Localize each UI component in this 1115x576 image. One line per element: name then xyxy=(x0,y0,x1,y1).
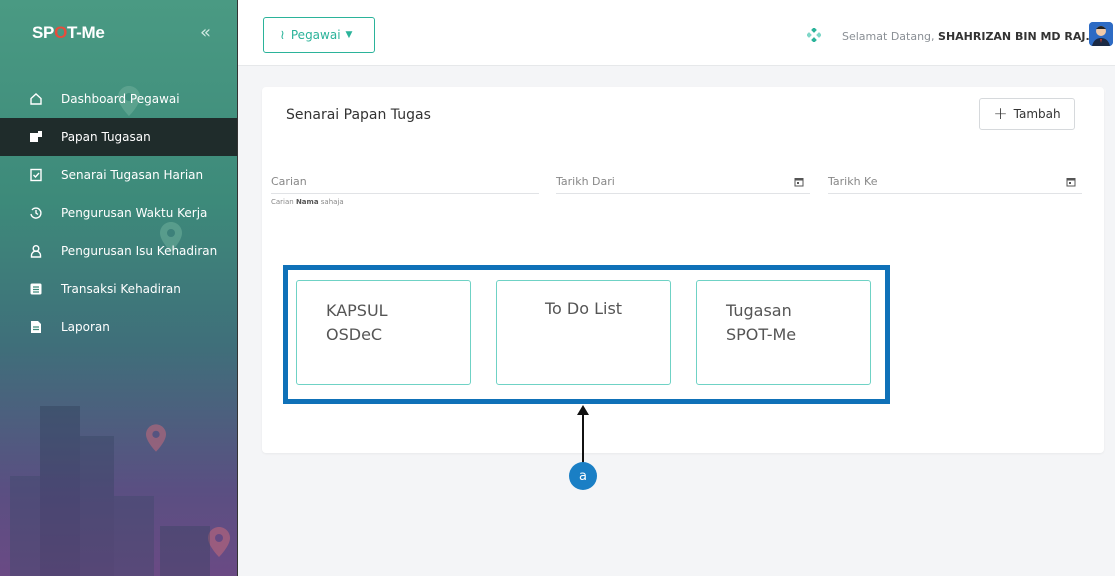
date-from-field[interactable]: Tarikh Dari xyxy=(556,174,810,194)
sidebar-item-label: Laporan xyxy=(61,320,110,334)
sidebar-item-label: Dashboard Pegawai xyxy=(61,92,180,106)
avatar[interactable] xyxy=(1089,22,1113,46)
app-logo[interactable]: SPOT-Me xyxy=(32,23,105,43)
board-tile-tugasan-spot-me[interactable]: Tugasan SPOT-Me xyxy=(696,280,871,385)
page-title: Senarai Papan Tugas xyxy=(286,107,431,123)
date-to-field[interactable]: Tarikh Ke xyxy=(828,174,1082,194)
role-dropdown[interactable]: ≀ Pegawai ▼ xyxy=(263,17,375,53)
top-bar: ≀ Pegawai ▼ Selamat Datang, SHAHRIZAN BI… xyxy=(238,0,1115,66)
board-tile-label: OSDeC xyxy=(326,325,383,344)
sidebar-item-pengurusan-waktu-kerja[interactable]: Pengurusan Waktu Kerja xyxy=(0,194,237,232)
city-skyline-illustration xyxy=(10,406,210,576)
role-dropdown-label: Pegawai xyxy=(290,28,341,42)
board-tile-label: SPOT-Me xyxy=(726,325,797,344)
welcome-text: Selamat Datang, SHAHRIZAN BIN MD RAJ... xyxy=(842,30,1098,43)
board-tile-to-do-list[interactable]: To Do List xyxy=(496,280,671,385)
tie-icon: ≀ xyxy=(280,27,285,43)
apps-icon[interactable] xyxy=(807,28,821,42)
user-icon xyxy=(29,244,43,258)
search-input[interactable]: Carian xyxy=(271,174,539,194)
sidebar-item-label: Papan Tugasan xyxy=(61,130,151,144)
board-tile-label: To Do List xyxy=(544,299,623,318)
clock-history-icon xyxy=(29,206,43,220)
chevron-down-icon: ▼ xyxy=(345,30,353,40)
calendar-icon[interactable] xyxy=(794,177,804,187)
sidebar-item-label: Transaksi Kehadiran xyxy=(61,282,181,296)
search-hint: Carian Nama sahaja xyxy=(271,198,344,206)
collapse-sidebar-icon[interactable]: « xyxy=(200,22,211,43)
user-name[interactable]: SHAHRIZAN BIN MD RAJ... xyxy=(938,30,1098,43)
sidebar-item-label: Pengurusan Isu Kehadiran xyxy=(61,244,218,258)
sidebar-nav: Dashboard Pegawai Papan Tugasan Senarai … xyxy=(0,80,237,346)
checklist-icon xyxy=(29,168,43,182)
board-tile-label: KAPSUL xyxy=(326,301,388,320)
calendar-icon[interactable] xyxy=(1066,177,1076,187)
sidebar-item-label: Pengurusan Waktu Kerja xyxy=(61,206,208,220)
board-tile-label: Tugasan xyxy=(726,301,792,320)
sidebar-item-dashboard-pegawai[interactable]: Dashboard Pegawai xyxy=(0,80,237,118)
sidebar: SPOT-Me « Dashboard Pegawai Papan Tugasa… xyxy=(0,0,238,576)
sidebar-item-pengurusan-isu-kehadiran[interactable]: Pengurusan Isu Kehadiran xyxy=(0,232,237,270)
report-icon xyxy=(29,320,43,334)
sidebar-item-senarai-tugasan-harian[interactable]: Senarai Tugasan Harian xyxy=(0,156,237,194)
sidebar-item-laporan[interactable]: Laporan xyxy=(0,308,237,346)
add-button-label: Tambah xyxy=(1013,107,1061,121)
callout-line xyxy=(582,412,584,464)
sidebar-item-transaksi-kehadiran[interactable]: Transaksi Kehadiran xyxy=(0,270,237,308)
sidebar-item-label: Senarai Tugasan Harian xyxy=(61,168,204,182)
board-tile-kapsul-osdec[interactable]: KAPSUL OSDeC xyxy=(296,280,471,385)
callout-badge: a xyxy=(569,462,597,490)
plus-icon: + xyxy=(993,104,1008,124)
board-icon xyxy=(29,130,43,144)
list-icon xyxy=(29,282,43,296)
add-button[interactable]: + Tambah xyxy=(979,98,1075,130)
home-icon xyxy=(29,92,43,106)
sidebar-item-papan-tugasan[interactable]: Papan Tugasan xyxy=(0,118,237,156)
